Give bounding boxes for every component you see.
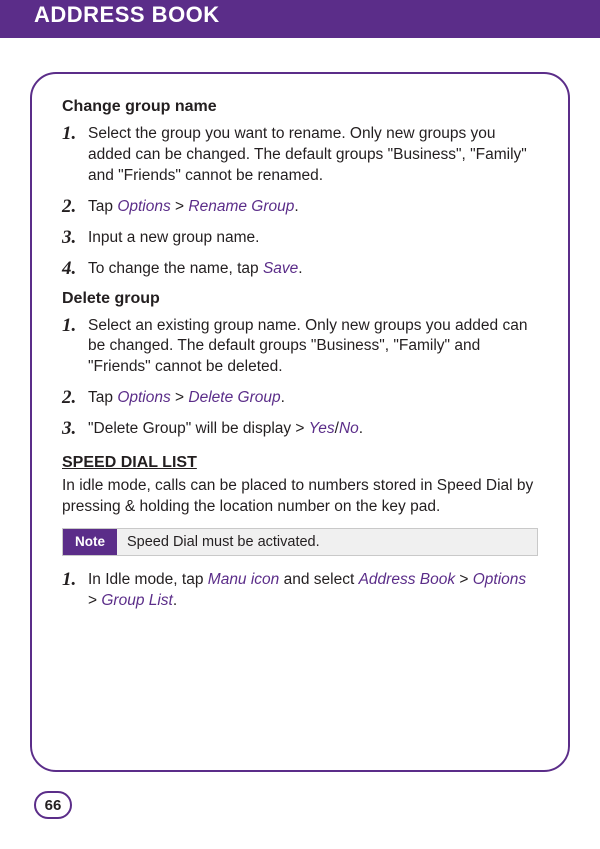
step: 1. Select the group you want to rename. … bbox=[62, 124, 538, 187]
step-text: Input a new group name. bbox=[88, 228, 259, 249]
section-heading-delete-group: Delete group bbox=[62, 290, 538, 308]
step-text: In Idle mode, tap Manu icon and select A… bbox=[88, 570, 538, 612]
topic-intro: In idle mode, calls can be placed to num… bbox=[62, 476, 538, 518]
page-header: ADDRESS BOOK bbox=[0, 0, 600, 38]
page-number: 66 bbox=[45, 797, 62, 814]
step-number: 2. bbox=[62, 388, 88, 409]
step: 2. Tap Options > Delete Group. bbox=[62, 388, 538, 409]
page-header-title: ADDRESS BOOK bbox=[34, 2, 220, 27]
step-number: 1. bbox=[62, 316, 88, 337]
step-number: 4. bbox=[62, 259, 88, 280]
note-text: Speed Dial must be activated. bbox=[117, 529, 330, 555]
step-text: Tap Options > Delete Group. bbox=[88, 388, 285, 409]
content-frame: Change group name 1. Select the group yo… bbox=[30, 72, 570, 772]
topic-heading-speed-dial: SPEED DIAL LIST bbox=[62, 454, 538, 472]
note-box: Note Speed Dial must be activated. bbox=[62, 528, 538, 556]
step-number: 3. bbox=[62, 228, 88, 249]
page-number-badge: 66 bbox=[34, 791, 72, 819]
step-text: Select an existing group name. Only new … bbox=[88, 316, 538, 379]
step-number: 1. bbox=[62, 570, 88, 591]
step-text: Select the group you want to rename. Onl… bbox=[88, 124, 538, 187]
step: 1. Select an existing group name. Only n… bbox=[62, 316, 538, 379]
step-text: "Delete Group" will be display > Yes/No. bbox=[88, 419, 363, 440]
note-label: Note bbox=[63, 529, 117, 555]
step-number: 1. bbox=[62, 124, 88, 145]
section-heading-change-group: Change group name bbox=[62, 98, 538, 116]
step: 4. To change the name, tap Save. bbox=[62, 259, 538, 280]
manual-page: ADDRESS BOOK Change group name 1. Select… bbox=[0, 0, 600, 849]
step-number: 3. bbox=[62, 419, 88, 440]
step-text: To change the name, tap Save. bbox=[88, 259, 303, 280]
step: 2. Tap Options > Rename Group. bbox=[62, 197, 538, 218]
step: 3. Input a new group name. bbox=[62, 228, 538, 249]
step: 3. "Delete Group" will be display > Yes/… bbox=[62, 419, 538, 440]
step: 1. In Idle mode, tap Manu icon and selec… bbox=[62, 570, 538, 612]
step-number: 2. bbox=[62, 197, 88, 218]
step-text: Tap Options > Rename Group. bbox=[88, 197, 299, 218]
